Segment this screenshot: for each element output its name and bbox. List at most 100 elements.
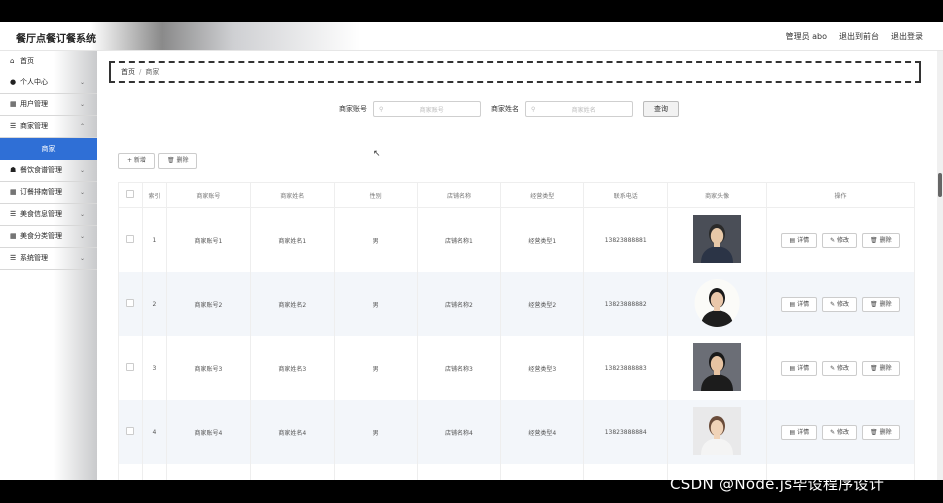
cell-name: 商家姓名2: [249, 272, 335, 336]
row-checkbox[interactable]: [118, 207, 143, 272]
row-checkbox[interactable]: [118, 336, 143, 400]
name-label: 商家姓名: [491, 105, 519, 113]
back-to-front-link[interactable]: 退出到前台: [839, 31, 879, 42]
cell-phone: 13823888885: [583, 464, 669, 480]
cell-gender: 男: [333, 400, 418, 464]
table-row: 3 商家账号3 商家姓名3 男 店铺名称3 经营类型3 13823888883 …: [118, 336, 915, 400]
watermark: CSDN @Node.js毕设程序设计: [670, 475, 885, 493]
trash-icon: 🗑: [870, 300, 880, 308]
chevron-down-icon: ⌄: [79, 101, 85, 108]
sidebar-item-food-info[interactable]: ☰ 美食信息管理 ⌄: [0, 204, 97, 226]
list-icon: ☰: [10, 210, 17, 218]
row-checkbox[interactable]: [118, 272, 143, 336]
list-icon: ☰: [10, 254, 17, 262]
cell-index: 5: [141, 464, 167, 480]
delete-button[interactable]: 🗑 删除: [862, 232, 900, 248]
pencil-icon: ✎: [830, 428, 838, 436]
cell-phone: 13823888882: [583, 272, 669, 336]
cell-shop: 店铺名称4: [416, 400, 502, 464]
cell-shop: 店铺名称5: [416, 464, 502, 480]
chevron-down-icon: ⌄: [79, 167, 85, 174]
sidebar-subitem-merchant[interactable]: 商家: [0, 138, 97, 160]
mouse-cursor-icon: ↖: [373, 149, 381, 159]
grid-icon: ▦: [10, 188, 17, 196]
sidebar-item-food-category[interactable]: ▦ 美食分类管理 ⌄: [0, 226, 97, 248]
edit-button[interactable]: ✎ 修改: [822, 360, 858, 376]
user-icon: ●: [10, 78, 17, 86]
row-checkbox[interactable]: [118, 400, 143, 464]
cell-type: 经营类型1: [500, 207, 585, 272]
query-button[interactable]: 查询: [643, 101, 679, 117]
trash-icon: 🗑: [870, 428, 880, 436]
cell-index: 3: [141, 336, 167, 400]
vertical-scrollbar[interactable]: [937, 51, 943, 480]
cell-type: 经营类型2: [500, 272, 585, 336]
cell-name: 商家姓名1: [249, 207, 335, 272]
cell-account: 商家账号3: [165, 336, 251, 400]
cell-gender: 男: [333, 207, 418, 272]
cell-gender: 男: [333, 272, 418, 336]
detail-button[interactable]: ▤ 详情: [781, 360, 818, 376]
merchant-avatar: [693, 215, 742, 263]
sidebar-item-orders[interactable]: ▦ 订餐排南管理 ⌄: [0, 182, 97, 204]
delete-button[interactable]: 🗑 删除: [862, 296, 900, 312]
breadcrumb-home[interactable]: 首页: [121, 68, 135, 76]
account-search-input[interactable]: ⚲ 商家账号: [373, 101, 481, 117]
col-header: 商家姓名: [249, 182, 335, 208]
grid-icon: ▦: [10, 100, 17, 108]
delete-button[interactable]: 🗑 删除: [862, 360, 900, 376]
col-header: 索引: [141, 182, 167, 208]
detail-button[interactable]: ▤ 详情: [781, 296, 818, 312]
chevron-down-icon: ⌄: [79, 189, 85, 196]
table-row: 4 商家账号4 商家姓名4 男 店铺名称4 经营类型4 13823888884 …: [118, 400, 915, 464]
sidebar-item-users[interactable]: ▦ 用户管理 ⌄: [0, 94, 97, 116]
table-row: 1 商家账号1 商家姓名1 男 店铺名称1 经营类型1 13823888881 …: [118, 207, 915, 272]
edit-button[interactable]: ✎ 修改: [822, 232, 858, 248]
select-all-checkbox[interactable]: [118, 182, 143, 208]
logout-link[interactable]: 退出登录: [891, 31, 923, 42]
detail-button[interactable]: ▤ 详情: [781, 424, 818, 440]
cell-phone: 13823888884: [583, 400, 669, 464]
document-icon: ▤: [789, 364, 798, 372]
trash-icon: 🗑: [870, 364, 880, 372]
detail-button[interactable]: ▤ 详情: [781, 232, 818, 248]
table-actions: + 新增 🗑 删除: [118, 153, 198, 169]
cell-shop: 店铺名称1: [416, 207, 502, 272]
batch-delete-button[interactable]: 🗑 删除: [157, 153, 198, 169]
edit-button[interactable]: ✎ 修改: [822, 296, 858, 312]
sidebar-item-profile[interactable]: ● 个人中心 ⌄: [0, 72, 97, 94]
header-links: 管理员 abo 退出到前台 退出登录: [786, 31, 923, 42]
sidebar-item-system[interactable]: ☰ 系统管理 ⌄: [0, 248, 97, 270]
app-frame: 餐厅点餐订餐系统 管理员 abo 退出到前台 退出登录 ⌂ 首页 ● 个人中心 ⌄ ▦…: [0, 22, 943, 480]
edit-button[interactable]: ✎ 修改: [822, 424, 858, 440]
cell-name: 商家姓名4: [249, 400, 335, 464]
document-icon: ▤: [789, 236, 798, 244]
cell-shop: 店铺名称3: [416, 336, 502, 400]
cell-phone: 13823888881: [583, 207, 669, 272]
col-header: 经营类型: [500, 182, 585, 208]
name-search-input[interactable]: ⚲ 商家姓名: [525, 101, 633, 117]
search-bar: 商家账号 ⚲ 商家账号 商家姓名 ⚲ 商家姓名 查询: [339, 101, 679, 117]
pencil-icon: ✎: [830, 300, 838, 308]
top-header: 餐厅点餐订餐系统 管理员 abo 退出到前台 退出登录: [0, 22, 943, 51]
list-icon: ☰: [10, 122, 17, 130]
cell-account: 商家账号4: [165, 400, 251, 464]
cell-gender: 男: [333, 336, 418, 400]
row-checkbox[interactable]: [118, 464, 143, 480]
merchant-avatar: [694, 279, 740, 327]
col-header: 操作: [766, 182, 915, 208]
sidebar-item-merchants[interactable]: ☰ 商家管理 ⌃: [0, 116, 97, 138]
account-label: 商家账号: [339, 105, 367, 113]
breadcrumb: 首页 / 商家: [109, 61, 921, 83]
scrollbar-thumb[interactable]: [938, 173, 942, 197]
chevron-down-icon: ⌄: [79, 255, 85, 262]
cell-name: 商家姓名5: [249, 464, 335, 480]
chevron-down-icon: ⌄: [79, 233, 85, 240]
add-button[interactable]: + 新增: [118, 153, 155, 169]
delete-button[interactable]: 🗑 删除: [862, 424, 900, 440]
thumb-icon: ☗: [10, 166, 17, 174]
sidebar-item-recipes[interactable]: ☗ 餐饮食谱管理 ⌄: [0, 160, 97, 182]
sidebar-item-home[interactable]: ⌂ 首页: [0, 51, 97, 72]
cell-account: 商家账号2: [165, 272, 251, 336]
document-icon: ▤: [789, 428, 798, 436]
